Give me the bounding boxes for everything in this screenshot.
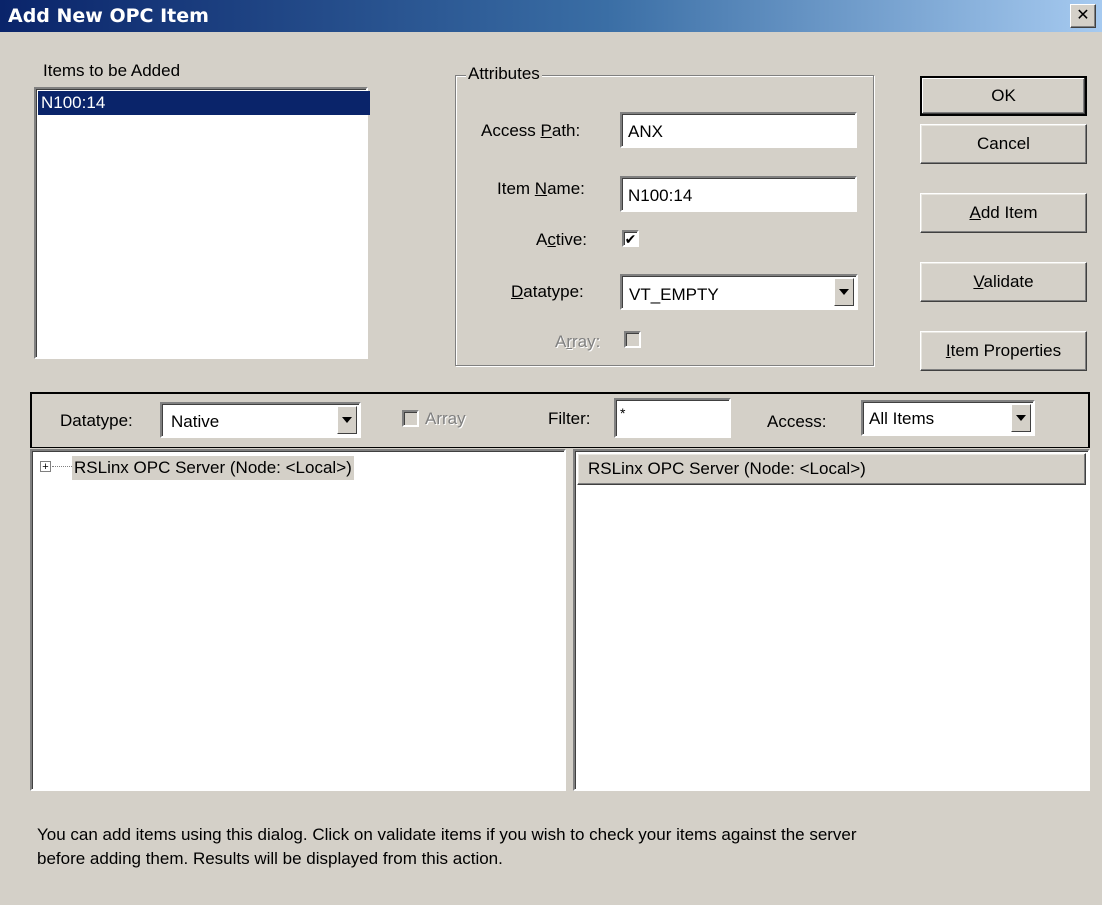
datatype-label: Datatype: xyxy=(511,282,584,301)
close-icon: ✕ xyxy=(1076,7,1090,24)
access-select-value: All Items xyxy=(869,409,935,428)
filter-array-checkbox[interactable] xyxy=(402,410,419,427)
datatype-select-value: VT_EMPTY xyxy=(629,285,719,304)
tree-connector xyxy=(52,466,72,467)
filter-datatype-dropdown-button[interactable] xyxy=(337,406,357,434)
access-select[interactable]: All Items xyxy=(861,400,1035,436)
access-path-input[interactable]: ANX xyxy=(620,112,857,148)
datatype-dropdown-button[interactable] xyxy=(834,278,854,306)
item-name-input[interactable]: N100:14 xyxy=(620,176,857,212)
close-button[interactable]: ✕ xyxy=(1070,4,1096,28)
filter-label: Filter: xyxy=(548,409,591,428)
title-bar[interactable]: Add New OPC Item ✕ xyxy=(0,0,1102,32)
filter-datatype-select[interactable]: Native xyxy=(160,402,361,438)
filter-input[interactable]: * xyxy=(614,398,731,438)
datatype-select[interactable]: VT_EMPTY xyxy=(620,274,858,310)
expand-icon[interactable]: + xyxy=(40,461,51,473)
window-title: Add New OPC Item xyxy=(8,5,209,27)
chevron-down-icon xyxy=(1016,415,1026,421)
items-to-add-label: Items to be Added xyxy=(43,61,181,80)
check-icon: ✔ xyxy=(624,230,637,247)
tree-panel[interactable]: + RSLinx OPC Server (Node: <Local>) xyxy=(30,449,566,791)
add-item-button[interactable]: Add Item xyxy=(920,193,1087,233)
filter-datatype-value: Native xyxy=(171,412,220,431)
item-name-label: Item Name: xyxy=(497,179,585,198)
access-dropdown-button[interactable] xyxy=(1011,404,1031,432)
filter-array-label: Array xyxy=(425,409,466,428)
filter-datatype-label: Datatype: xyxy=(60,411,133,430)
attributes-group-label: Attributes xyxy=(466,64,542,84)
ok-button[interactable]: OK xyxy=(920,76,1087,116)
chevron-down-icon xyxy=(839,289,849,295)
cancel-button[interactable]: Cancel xyxy=(920,124,1087,164)
access-path-label: Access Path: xyxy=(481,121,581,140)
tree-node-root[interactable]: RSLinx OPC Server (Node: <Local>) xyxy=(72,456,354,480)
array-checkbox[interactable] xyxy=(624,331,641,348)
list-column-header[interactable]: RSLinx OPC Server (Node: <Local>) xyxy=(577,453,1086,485)
active-checkbox[interactable]: ✔ xyxy=(622,230,639,247)
access-label: Access: xyxy=(767,412,827,431)
item-properties-button[interactable]: Item Properties xyxy=(920,331,1087,371)
items-to-add-list[interactable]: N100:14 xyxy=(34,87,370,359)
help-text-line1: You can add items using this dialog. Cli… xyxy=(37,825,857,844)
active-label: Active: xyxy=(536,230,588,249)
chevron-down-icon xyxy=(342,417,352,423)
array-label: Array: xyxy=(555,332,601,351)
help-text-line2: before adding them. Results will be disp… xyxy=(37,849,503,868)
items-list-panel[interactable]: RSLinx OPC Server (Node: <Local>) xyxy=(573,449,1090,791)
validate-button[interactable]: Validate xyxy=(920,262,1087,302)
list-item[interactable]: N100:14 xyxy=(38,91,370,115)
